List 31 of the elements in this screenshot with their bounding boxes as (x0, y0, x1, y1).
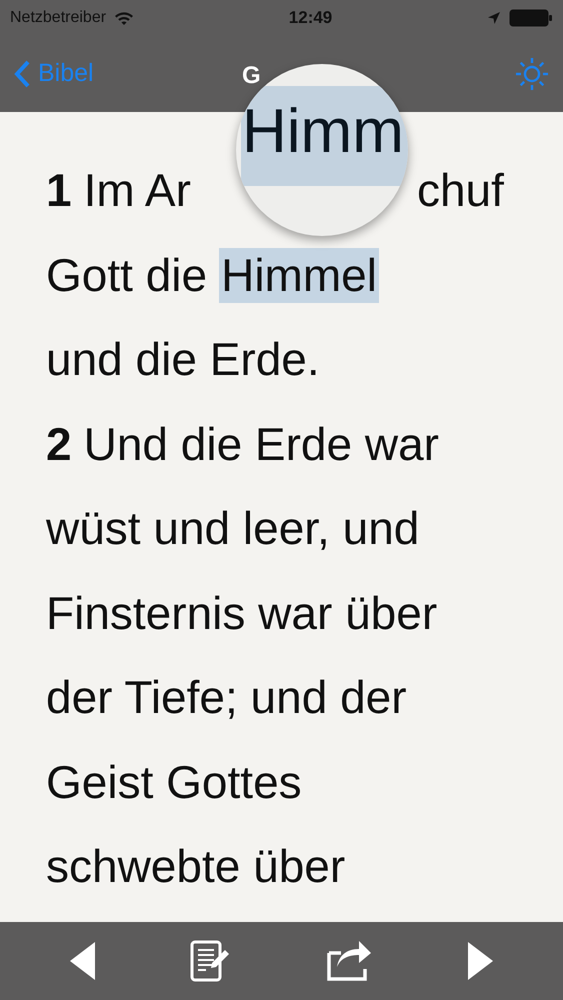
previous-button[interactable] (70, 942, 96, 980)
nav-title: G (242, 61, 261, 91)
verse-text: Finsternis war über (46, 586, 438, 640)
location-arrow-icon (487, 11, 501, 25)
battery-icon (509, 9, 553, 27)
verse-number: 2 (46, 416, 72, 472)
share-icon (324, 941, 373, 981)
verse-text: Und die Erde war (84, 416, 439, 472)
document-pencil-icon (190, 940, 230, 982)
back-button[interactable]: Bibel (14, 55, 94, 93)
verse-text: Gott die (46, 248, 208, 302)
verse-text: der Tiefe; und der (46, 670, 407, 725)
verse-text: wüst und leer, und (46, 501, 420, 556)
verse-text: Geist Gottes (46, 754, 302, 810)
carrier-name: Netzbetreiber (10, 8, 106, 28)
verse-text: und die Erde. (46, 332, 320, 387)
verse-text: schwebte über (46, 839, 346, 894)
verse-text: Im Ar (84, 163, 191, 218)
sun-icon (515, 57, 549, 91)
left-triangle-icon (70, 942, 96, 980)
wifi-icon (114, 10, 134, 26)
status-time: 12:49 (288, 7, 332, 30)
share-button[interactable] (324, 941, 373, 981)
selected-word: Himmel (219, 248, 379, 303)
next-button[interactable] (466, 942, 493, 980)
right-triangle-icon (466, 942, 493, 980)
verse-text: chuf (416, 163, 504, 218)
chevron-left-icon (14, 60, 30, 88)
magnified-text: Himm (242, 96, 404, 168)
notes-button[interactable] (190, 940, 230, 982)
verse-number: 1 (46, 163, 72, 218)
